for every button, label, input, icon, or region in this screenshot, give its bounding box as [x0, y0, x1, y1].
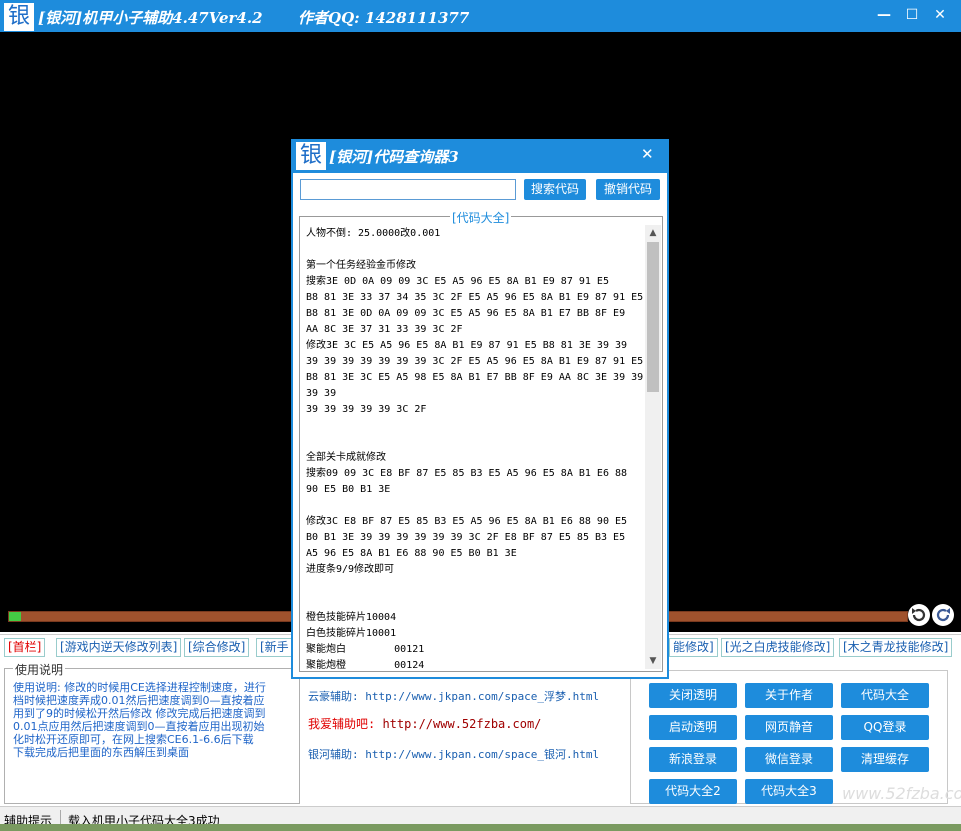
usage-line: 用到了9的时候松开然后修改 修改完成后把速度调到: [13, 707, 266, 720]
usage-line: 档时候把速度弄成0.01然后把速度调到0—直按着应: [13, 694, 265, 707]
code-search-input[interactable]: [300, 179, 516, 200]
52fzba-link-url[interactable]: http://www.52fzba.com/: [382, 717, 541, 731]
code-list-group: [代码大全] 人物不倒: 25.0000改0.001 第一个任务经验金币修改 搜…: [299, 209, 663, 672]
dialog-close-icon[interactable]: ✕: [641, 145, 654, 163]
mute-page-button[interactable]: 网页静音: [745, 715, 833, 740]
disable-transparency-button[interactable]: 关闭透明: [649, 683, 737, 708]
tab-skill-mods[interactable]: 能修改]: [669, 638, 718, 657]
rotate-left-icon[interactable]: [908, 604, 930, 626]
qq-login-button[interactable]: QQ登录: [841, 715, 929, 740]
tab-general-mods[interactable]: [综合修改]: [184, 638, 250, 657]
yinhe-link[interactable]: 银河辅助: http://www.jkpan.com/space_银河.html: [308, 746, 599, 762]
dialog-logo: 银: [296, 142, 326, 170]
code-lookup-dialog: 银 [银河]代码查询器3 ✕ 搜索代码 撤销代码 [代码大全] 人物不倒: 25…: [291, 139, 669, 679]
tab-white-tiger-skills[interactable]: [光之白虎技能修改]: [721, 638, 835, 657]
minimize-button[interactable]: —: [874, 6, 894, 24]
usage-notes: 使用说明: 修改的时候用CE选择进程控制速度，进行 档时候把速度弄成0.01然后…: [13, 681, 293, 759]
usage-line: 化时松开还原即可，在网上搜索CE6.1-6.6后下载: [13, 733, 254, 746]
about-author-button[interactable]: 关于作者: [745, 683, 833, 708]
dialog-title: [银河]代码查询器3: [329, 148, 459, 166]
enable-transparency-button[interactable]: 启动透明: [649, 715, 737, 740]
code-list-button[interactable]: 代码大全: [841, 683, 929, 708]
search-code-button[interactable]: 搜索代码: [524, 179, 586, 200]
watermark: www.52fzba.com: [842, 784, 961, 803]
app-title: [银河]机甲小子辅助4.47Ver4.2: [38, 9, 263, 27]
code-list-group-title: [代码大全]: [450, 209, 512, 226]
52fzba-link[interactable]: 我爱辅助吧: http://www.52fzba.com/: [308, 715, 541, 732]
dialog-body: 搜索代码 撤销代码 [代码大全] 人物不倒: 25.0000改0.001 第一个…: [293, 173, 667, 677]
usage-line: 使用说明: 修改的时候用CE选择进程控制速度，进行: [13, 681, 266, 694]
scroll-down-icon[interactable]: ▼: [645, 653, 661, 669]
undo-code-button[interactable]: 撤销代码: [596, 179, 660, 200]
usage-panel-title: 使用说明: [13, 661, 66, 678]
52fzba-link-label: 我爱辅助吧:: [308, 717, 383, 731]
sina-login-button[interactable]: 新浪登录: [649, 747, 737, 772]
usage-panel: 使用说明 使用说明: 修改的时候用CE选择进程控制速度，进行 档时候把速度弄成0…: [4, 661, 300, 804]
tab-game-mods-list[interactable]: [游戏内逆天修改列表]: [56, 638, 182, 657]
code-list-2-button[interactable]: 代码大全2: [649, 779, 737, 804]
app-logo: 银: [4, 3, 34, 31]
usage-line: 0.01点应用然后把速度调到0—直按着应用出现初始: [13, 720, 265, 733]
wechat-login-button[interactable]: 微信登录: [745, 747, 833, 772]
taskbar-strip: [0, 824, 961, 831]
tab-newbie[interactable]: [新手: [256, 638, 293, 657]
code-scrollbar[interactable]: ▲ ▼: [645, 225, 661, 669]
scroll-thumb[interactable]: [647, 242, 659, 392]
maximize-button[interactable]: ☐: [902, 6, 922, 24]
refresh-icon[interactable]: [932, 604, 954, 626]
code-text-area[interactable]: 人物不倒: 25.0000改0.001 第一个任务经验金币修改 搜索3E 0D …: [303, 225, 643, 669]
close-button[interactable]: ✕: [930, 6, 950, 24]
author-qq: 作者QQ: 1428111377: [298, 9, 470, 27]
yunhao-link[interactable]: 云豪辅助: http://www.jkpan.com/space_浮梦.html: [308, 688, 599, 704]
title-bar: 银 [银河]机甲小子辅助4.47Ver4.2 作者QQ: 1428111377 …: [0, 0, 961, 32]
links-panel: 云豪辅助: http://www.jkpan.com/space_浮梦.html…: [302, 680, 624, 784]
code-list-3-button[interactable]: 代码大全3: [745, 779, 833, 804]
tab-home[interactable]: [首栏]: [4, 638, 46, 657]
scroll-up-icon[interactable]: ▲: [645, 225, 661, 241]
usage-line: 下载完成后把里面的东西解压到桌面: [13, 746, 189, 759]
clear-cache-button[interactable]: 清理缓存: [841, 747, 929, 772]
tab-azure-dragon-skills[interactable]: [木之青龙技能修改]: [839, 638, 953, 657]
progress-fill: [9, 612, 21, 621]
